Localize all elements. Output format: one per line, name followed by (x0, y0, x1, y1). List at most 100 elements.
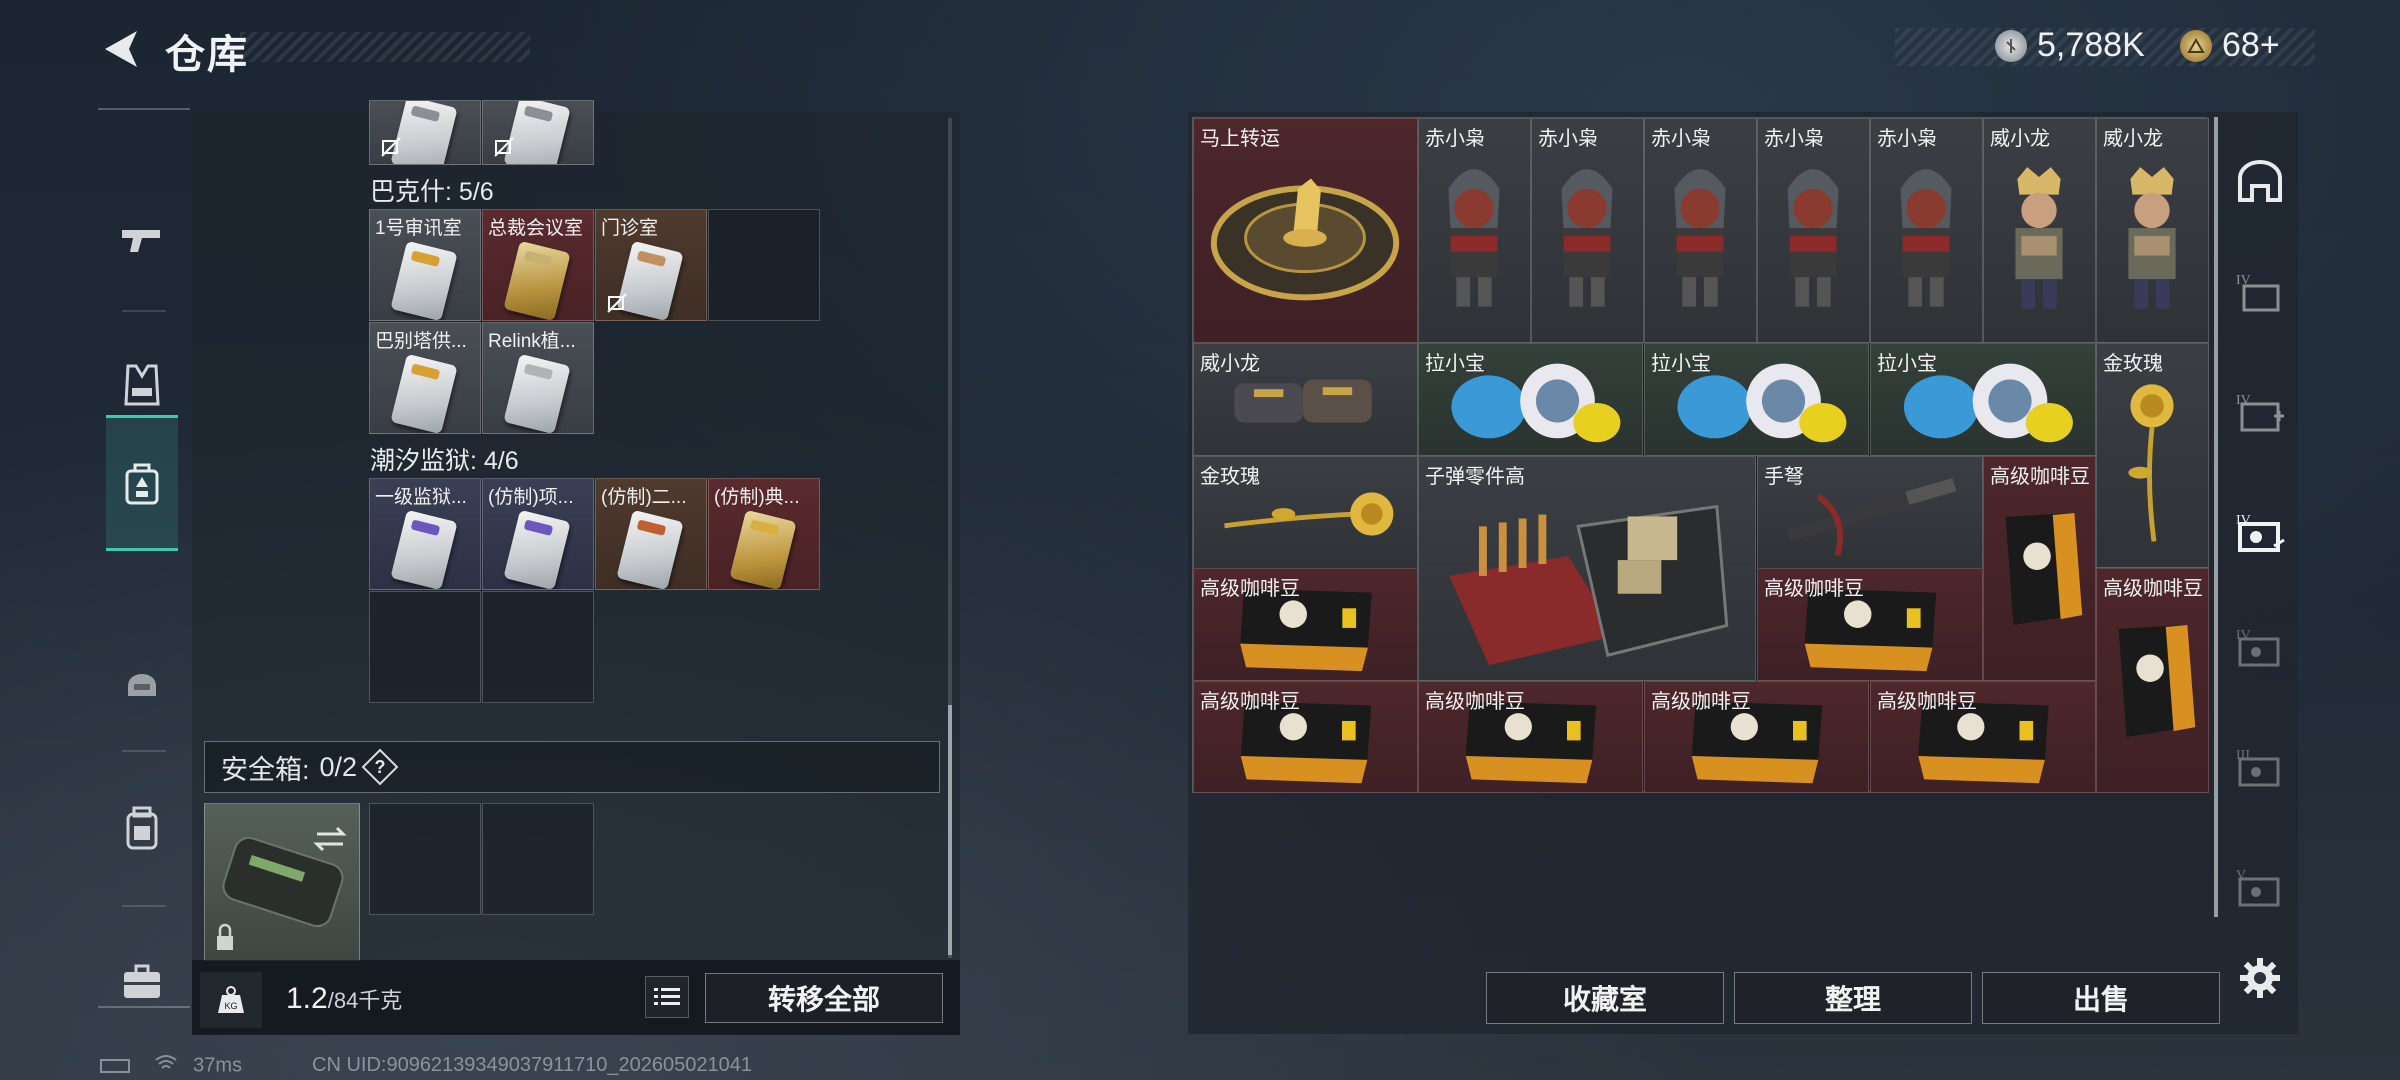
stash-item-coffee[interactable]: 高级咖啡豆 (1870, 681, 2096, 793)
stash-item-doll[interactable]: 威小龙 (2096, 118, 2209, 343)
tier-4-medkit-icon: IV (2236, 393, 2284, 432)
uid-readout: CN UID:90962139349037911710_202605021041 (312, 1054, 753, 1076)
silver-amount: 5,788K (2037, 26, 2145, 64)
stash-tab-key-4[interactable]: IV (2230, 617, 2290, 677)
stash-tab-medkit[interactable]: IV (2230, 382, 2290, 442)
stash-item-plush[interactable]: 拉小宝 (1644, 343, 1869, 456)
transfer-all-button[interactable]: 转移全部 (705, 973, 943, 1023)
hooded-doll-icon (1448, 169, 1500, 307)
stash-item-doll[interactable]: 赤小枭 (1418, 118, 1531, 343)
key-slot[interactable]: Relink植... (482, 322, 594, 434)
stash-item-doll[interactable]: 赤小枭 (1531, 118, 1644, 343)
soldier-doll-icon (2015, 167, 2063, 309)
nav-helmet[interactable] (106, 622, 178, 742)
help-icon: ? (374, 756, 386, 777)
hooded-doll-icon (1787, 169, 1839, 307)
unbound-icon (494, 137, 514, 157)
svg-text:KG: KG (224, 1001, 237, 1011)
ammo-crate-icon (1449, 504, 1729, 666)
lucky-wheel-icon (1210, 178, 1400, 301)
empty-key-slot[interactable] (369, 591, 481, 703)
list-view-button[interactable] (645, 976, 689, 1018)
vest-icon (124, 364, 160, 406)
key-slot[interactable]: (仿制)项... (482, 478, 594, 590)
stash-tab-home[interactable] (2230, 152, 2290, 212)
gold-amount: 68+ (2222, 26, 2280, 64)
stash-item-coffee[interactable]: 高级咖啡豆 (1983, 456, 2096, 681)
ping-readout: 37ms (193, 1054, 243, 1077)
keycard-bag-icon (125, 463, 159, 505)
currency-gold[interactable]: 68+ (2180, 26, 2280, 65)
stash-item-bullet-parts[interactable]: 子弹零件高 (1418, 456, 1756, 681)
hooded-doll-icon (1900, 169, 1952, 307)
wifi-icon (154, 1054, 178, 1078)
stash-tab-4[interactable]: IV (2230, 262, 2290, 322)
stash-tab-key-4-active[interactable]: IV (2230, 502, 2290, 562)
stash-page-nav: IV IV IV IV III V (2222, 112, 2298, 962)
key-slot[interactable]: 门诊室 (595, 209, 707, 321)
stash-tab-key-5[interactable]: V (2230, 857, 2290, 917)
nav-backpack[interactable] (106, 768, 178, 888)
back-arrow-icon (105, 31, 137, 67)
help-button[interactable]: ? (361, 748, 399, 786)
briefcase-icon (124, 964, 160, 998)
empty-safe-slot[interactable] (482, 803, 594, 915)
stash-scrollbar[interactable] (2214, 117, 2218, 917)
stash-item-coffee[interactable]: 高级咖啡豆 (2096, 568, 2209, 793)
key-slot[interactable] (369, 100, 481, 165)
empty-key-slot[interactable] (708, 209, 820, 321)
backpack-icon (126, 806, 158, 850)
key-slot[interactable] (482, 100, 594, 165)
stash-item-gloves[interactable]: 威小龙 (1193, 343, 1418, 456)
unbound-icon (381, 137, 401, 157)
stash-item-doll[interactable]: 赤小枭 (1644, 118, 1757, 343)
key-slot[interactable]: 一级监狱... (369, 478, 481, 590)
gold-rose-icon (2128, 384, 2174, 542)
stash-item-coffee[interactable]: 高级咖啡豆 (1193, 568, 1418, 681)
safe-box-label: 安全箱: (221, 754, 310, 785)
title-decoration (240, 32, 530, 62)
stash-item-plush[interactable]: 拉小宝 (1418, 343, 1643, 456)
hooded-doll-icon (1674, 169, 1726, 307)
stash-item-doll[interactable]: 威小龙 (1983, 118, 2096, 343)
key-slot[interactable]: (仿制)二... (595, 478, 707, 590)
stash-item-crossbow[interactable]: 手弩 (1757, 456, 1983, 569)
stash-item-lucky-wheel[interactable]: 马上转运 (1193, 118, 1418, 343)
key-slot[interactable]: 巴别塔供... (369, 322, 481, 434)
currency-silver[interactable]: 5,788K (1995, 26, 2145, 65)
key-slot[interactable]: 1号审讯室 (369, 209, 481, 321)
stash-item-coffee[interactable]: 高级咖啡豆 (1418, 681, 1643, 793)
nav-keys[interactable] (106, 415, 178, 551)
stash-item-doll[interactable]: 赤小枭 (1757, 118, 1870, 343)
svg-text:IV: IV (2236, 628, 2251, 643)
left-scrollbar-thumb[interactable] (948, 705, 952, 955)
collection-room-button[interactable]: 收藏室 (1486, 972, 1724, 1024)
settings-button[interactable] (2232, 950, 2288, 1006)
svg-text:III: III (2236, 748, 2250, 763)
battery-icon (100, 1059, 130, 1073)
gold-triangle-coin-icon (2180, 29, 2212, 62)
safe-box-header: 安全箱: 0/2 ? (204, 741, 940, 793)
key-slot[interactable]: 总裁会议室 (482, 209, 594, 321)
key-slot[interactable]: (仿制)典... (708, 478, 820, 590)
unbound-icon (607, 293, 627, 313)
sell-button[interactable]: 出售 (1982, 972, 2220, 1024)
stash-item-doll[interactable]: 赤小枭 (1870, 118, 1983, 343)
stash-item-gold-rose[interactable]: 金玫瑰 (2096, 343, 2209, 568)
stash-item-coffee[interactable]: 高级咖啡豆 (1193, 681, 1418, 793)
sort-button[interactable]: 整理 (1734, 972, 1972, 1024)
stash-item-coffee[interactable]: 高级咖啡豆 (1644, 681, 1869, 793)
safe-case-slot[interactable] (204, 803, 360, 961)
empty-safe-slot[interactable] (369, 803, 481, 915)
nav-weapons[interactable] (106, 180, 178, 300)
group-label-bakshi: 巴克什: 5/6 (370, 178, 494, 206)
silver-coin-icon (1995, 29, 2027, 62)
helmet-icon (128, 674, 156, 696)
stash-item-gold-rose[interactable]: 金玫瑰 (1193, 456, 1418, 569)
stash-item-plush[interactable]: 拉小宝 (1870, 343, 2096, 456)
stash-tab-key-3[interactable]: III (2230, 737, 2290, 797)
back-button[interactable] (95, 24, 147, 74)
stash-item-coffee[interactable]: 高级咖啡豆 (1757, 568, 1983, 681)
nav-case[interactable] (106, 922, 178, 1042)
empty-key-slot[interactable] (482, 591, 594, 703)
